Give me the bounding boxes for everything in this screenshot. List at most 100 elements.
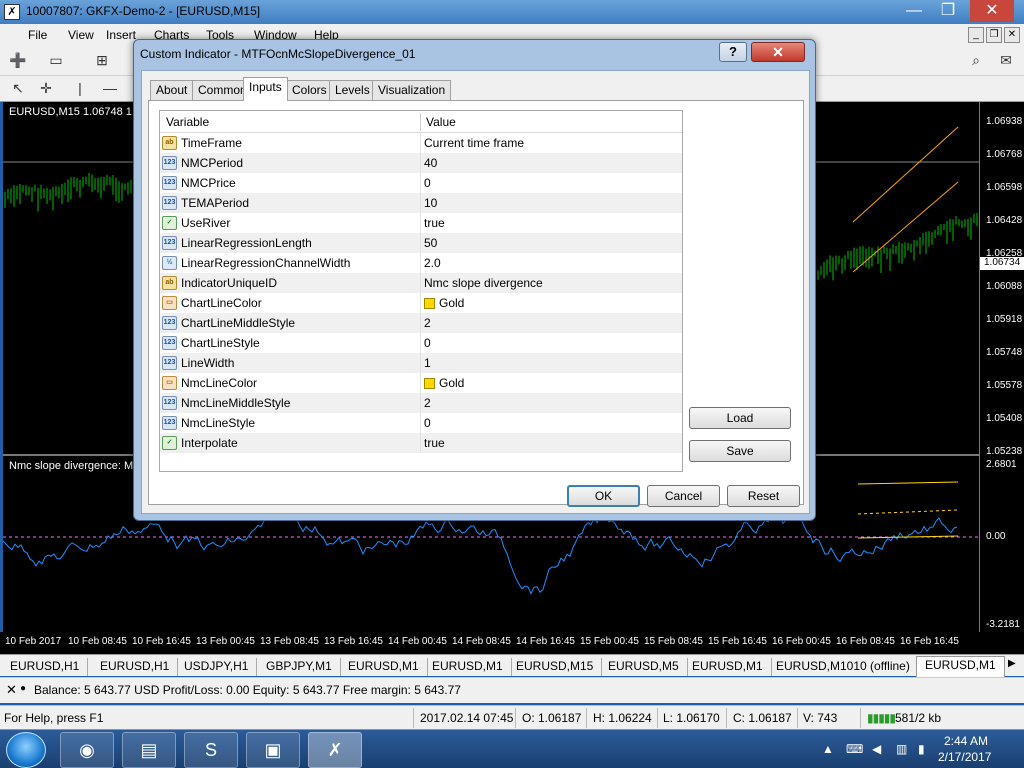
ok-button[interactable]: OK <box>567 485 640 507</box>
mdi-minimize-button[interactable]: _ <box>968 27 984 43</box>
tab-inputs[interactable]: Inputs <box>243 77 288 101</box>
clock-date[interactable]: 2/17/2017 <box>938 750 991 764</box>
chart-tab[interactable]: EURUSD,M1 <box>424 658 512 676</box>
price-tick: 1.05748 <box>986 347 1023 358</box>
chart-tabs: EURUSD,H1 EURUSD,H1 USDJPY,H1 GBPJPY,M1 … <box>0 654 1024 677</box>
input-row[interactable]: ab TimeFrame Current time frame <box>160 133 682 153</box>
input-value[interactable]: 50 <box>424 236 437 250</box>
search-icon[interactable]: ⌕ <box>966 51 986 69</box>
close-button[interactable]: ✕ <box>970 0 1014 22</box>
network-icon[interactable]: ▥ <box>896 742 907 756</box>
column-divider[interactable] <box>420 113 421 131</box>
profiles-icon[interactable]: ▭ <box>46 51 66 69</box>
input-variable-name: Interpolate <box>181 436 238 450</box>
input-value[interactable]: Current time frame <box>424 136 524 150</box>
cursor-icon[interactable]: ↖ <box>8 79 28 97</box>
input-row[interactable]: ½ LinearRegressionChannelWidth 2.0 <box>160 253 682 273</box>
help-button[interactable]: ? <box>719 42 747 62</box>
chart-tab[interactable]: EURUSD,M1 <box>340 658 428 676</box>
metatrader-icon[interactable]: ✗ <box>308 732 362 768</box>
input-row[interactable]: 123 NmcLineStyle 0 <box>160 413 682 433</box>
start-button[interactable] <box>6 732 46 768</box>
input-value[interactable]: Gold <box>424 376 464 390</box>
input-value[interactable]: true <box>424 436 445 450</box>
input-value[interactable]: 40 <box>424 156 437 170</box>
input-value[interactable]: 2.0 <box>424 256 441 270</box>
chart-tab[interactable]: EURUSD,M1 <box>684 658 772 676</box>
price-scale[interactable]: 1.06938 1.06768 1.06598 1.06428 1.06258 … <box>979 102 1024 632</box>
dialog-close-button[interactable]: ✕ <box>751 42 805 62</box>
tab-about[interactable]: About <box>150 80 194 100</box>
chart-tab[interactable]: EURUSD,H1 <box>92 658 179 676</box>
column-header-variable[interactable]: Variable <box>166 115 209 129</box>
input-row[interactable]: 123 NMCPeriod 40 <box>160 153 682 173</box>
input-value[interactable]: 10 <box>424 196 437 210</box>
chart-tab-active[interactable]: EURUSD,M1 <box>916 656 1005 677</box>
menu-view[interactable]: View <box>68 28 94 42</box>
input-value[interactable]: 1 <box>424 356 431 370</box>
horizontal-line-icon[interactable]: — <box>100 79 120 97</box>
minimize-button[interactable]: — <box>898 0 930 22</box>
skype-icon[interactable]: S <box>184 732 238 768</box>
column-header-value[interactable]: Value <box>426 115 456 129</box>
keyboard-icon[interactable]: ⌨ <box>846 742 863 756</box>
input-row[interactable]: ▭ NmcLineColor Gold <box>160 373 682 393</box>
input-row[interactable]: ✓ UseRiver true <box>160 213 682 233</box>
input-value[interactable]: 0 <box>424 336 431 350</box>
menu-file[interactable]: File <box>28 28 47 42</box>
mdi-restore-button[interactable]: ❐ <box>986 27 1002 43</box>
inputs-panel: Variable Value ab TimeFrame Current time f… <box>148 100 804 505</box>
crosshair-icon[interactable]: ✛ <box>36 79 56 97</box>
save-button[interactable]: Save <box>689 440 791 462</box>
input-value[interactable]: Gold <box>424 296 464 310</box>
tab-colors[interactable]: Colors <box>286 80 333 100</box>
input-value[interactable]: 2 <box>424 396 431 410</box>
input-value[interactable]: 0 <box>424 416 431 430</box>
chart-tab[interactable]: EURUSD,M5 <box>600 658 688 676</box>
input-row[interactable]: ▭ ChartLineColor Gold <box>160 293 682 313</box>
chart-tab[interactable]: GBPJPY,M1 <box>258 658 341 676</box>
clock-time[interactable]: 2:44 AM <box>944 734 988 748</box>
tab-visualization[interactable]: Visualization <box>372 80 452 100</box>
explorer-icon[interactable]: ▤ <box>122 732 176 768</box>
restore-button[interactable]: ❐ <box>932 0 964 22</box>
tray-expand-icon[interactable]: ▲ <box>822 742 834 756</box>
menu-insert[interactable]: Insert <box>106 28 136 42</box>
input-row[interactable]: 123 TEMAPeriod 10 <box>160 193 682 213</box>
input-row[interactable]: ab IndicatorUniqueID Nmc slope divergence <box>160 273 682 293</box>
new-chart-icon[interactable]: ➕ <box>8 51 28 69</box>
cancel-button[interactable]: Cancel <box>647 485 720 507</box>
chat-icon[interactable]: ✉ <box>996 51 1016 69</box>
speaker-icon[interactable]: ◀ <box>872 742 881 756</box>
input-value[interactable]: true <box>424 216 445 230</box>
app-icon[interactable]: ✗ <box>4 4 20 20</box>
chart-tab[interactable]: EURUSD,H1 <box>2 658 89 676</box>
load-button[interactable]: Load <box>689 407 791 429</box>
input-row[interactable]: 123 ChartLineMiddleStyle 2 <box>160 313 682 333</box>
input-row[interactable]: 123 LineWidth 1 <box>160 353 682 373</box>
date-axis: 10 Feb 2017 10 Feb 08:45 10 Feb 16:45 13… <box>0 632 1024 654</box>
chart-tab[interactable]: USDJPY,H1 <box>176 658 258 676</box>
input-row[interactable]: 123 ChartLineStyle 0 <box>160 333 682 353</box>
input-value[interactable]: 0 <box>424 176 431 190</box>
reset-button[interactable]: Reset <box>727 485 800 507</box>
tab-levels[interactable]: Levels <box>329 80 376 100</box>
signal-icon[interactable]: ▮ <box>918 742 925 756</box>
chart-tab[interactable]: EURUSD,M1010 (offline) <box>768 658 919 676</box>
firefox-icon[interactable]: ◉ <box>60 732 114 768</box>
input-row[interactable]: ✓ Interpolate true <box>160 433 682 453</box>
vertical-line-icon[interactable]: | <box>70 79 90 97</box>
tab-scroll-right-icon[interactable]: ▶ <box>1008 658 1016 669</box>
input-value[interactable]: 2 <box>424 316 431 330</box>
input-row[interactable]: 123 NmcLineMiddleStyle 2 <box>160 393 682 413</box>
close-terminal-icon[interactable]: ✕ <box>6 682 17 698</box>
archive-icon[interactable]: ▣ <box>246 732 300 768</box>
input-row[interactable]: 123 LinearRegressionLength 50 <box>160 233 682 253</box>
input-row[interactable]: 123 NMCPrice 0 <box>160 173 682 193</box>
chart-tab[interactable]: EURUSD,M15 <box>508 658 603 676</box>
input-value[interactable]: Nmc slope divergence <box>424 276 543 290</box>
color-icon: ▭ <box>162 296 177 310</box>
date-tick: 15 Feb 00:45 <box>580 636 639 647</box>
market-watch-icon[interactable]: ⊞ <box>92 51 112 69</box>
mdi-close-button[interactable]: ✕ <box>1004 27 1020 43</box>
